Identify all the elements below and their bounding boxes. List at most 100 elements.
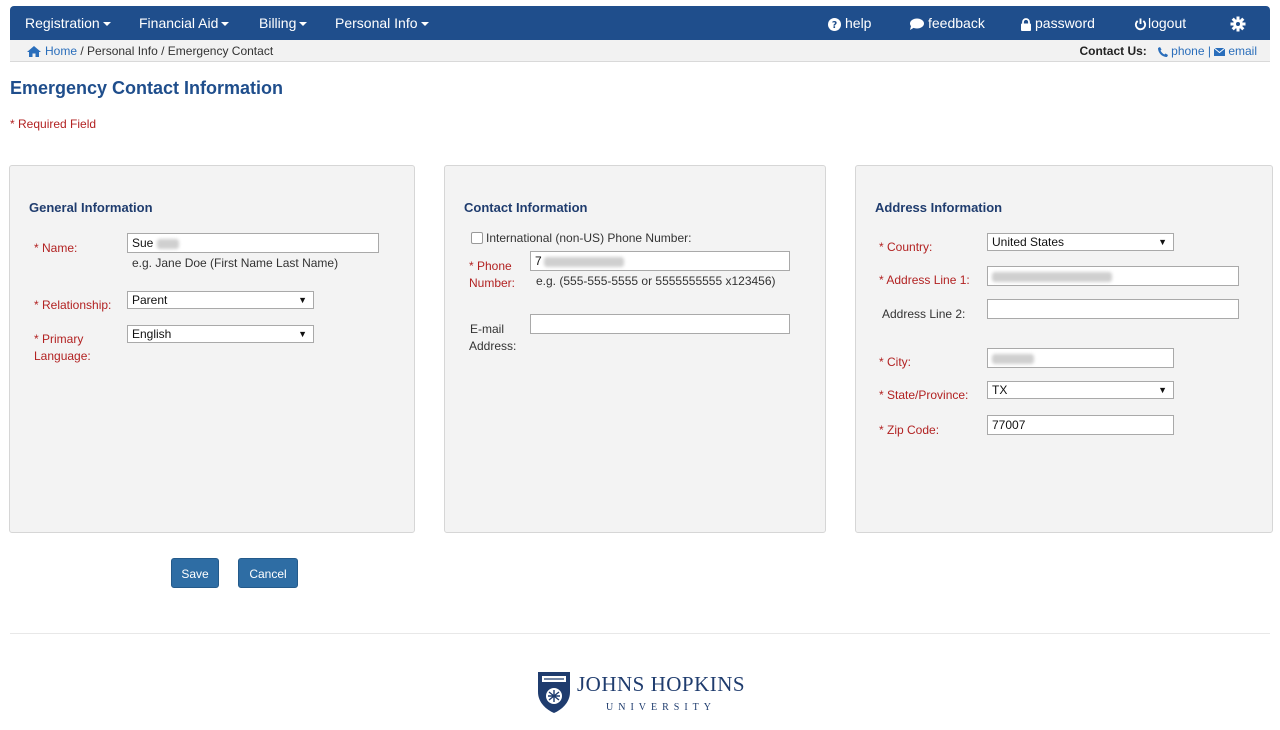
nav-feedback[interactable]: feedback (909, 6, 985, 40)
page-title: Emergency Contact Information (10, 78, 284, 98)
lock-icon (1021, 17, 1031, 31)
primary-language-label-line1: * Primary (34, 332, 84, 346)
nav-registration-label: Registration (25, 15, 100, 31)
country-select[interactable]: United States ▼ (987, 233, 1174, 251)
nav-financial-aid[interactable]: Financial Aid (139, 6, 230, 40)
required-field-note: * Required Field (10, 117, 97, 131)
zip-code-label: * Zip Code: (879, 423, 940, 437)
johns-hopkins-logo: JOHNS HOPKINS UNIVERSITY (536, 670, 746, 716)
nav-help[interactable]: ? help (828, 6, 871, 40)
footer-divider (10, 633, 1270, 634)
nav-billing-label: Billing (259, 15, 297, 31)
phone-input-value: 7 (535, 254, 542, 268)
nav-personal-info-label: Personal Info (335, 15, 418, 31)
chevron-down-icon (102, 22, 111, 27)
email-label-line2: Address: (469, 339, 517, 353)
save-button[interactable]: Save (171, 558, 219, 588)
power-icon (1134, 18, 1147, 30)
contact-information-title: Contact Information (464, 200, 588, 215)
name-input[interactable]: Sue (127, 233, 379, 253)
address-information-title: Address Information (875, 200, 1003, 215)
university-shield-icon (538, 672, 570, 713)
phone-label-line2: Number: (469, 276, 516, 290)
dropdown-arrow-icon: ▼ (298, 295, 307, 305)
redacted-text (156, 238, 179, 249)
contact-email-link[interactable]: email (1228, 44, 1257, 58)
nav-billing[interactable]: Billing (259, 6, 308, 40)
address-information-panel: Address Information * Country: United St… (855, 165, 1273, 533)
state-province-select-value: TX (992, 383, 1008, 397)
svg-text:?: ? (832, 20, 837, 31)
contact-separator: | (1204, 44, 1215, 58)
dropdown-arrow-icon: ▼ (1158, 385, 1167, 395)
chevron-down-icon (299, 22, 308, 27)
contact-us-label: Contact Us: (1079, 44, 1147, 58)
nav-personal-info[interactable]: Personal Info (335, 6, 429, 40)
breadcrumb-separator: / (157, 44, 168, 58)
home-icon (27, 46, 41, 58)
relationship-select-value: Parent (132, 293, 168, 307)
nav-password[interactable]: password (1021, 6, 1095, 40)
primary-language-select[interactable]: English ▼ (127, 325, 314, 343)
question-circle-icon: ? (828, 17, 841, 31)
nav-feedback-label: feedback (928, 15, 985, 31)
address-line-2-label: Address Line 2: (882, 307, 966, 321)
nav-registration[interactable]: Registration (25, 6, 111, 40)
city-input[interactable] (987, 348, 1174, 368)
contact-us: Contact Us: phone | email (1079, 40, 1257, 62)
zip-code-input-value: 77007 (992, 418, 1026, 432)
breadcrumb: Home / Personal Info / Emergency Contact (27, 40, 273, 62)
general-information-panel: General Information * Name: Sue e.g. Jan… (9, 165, 415, 533)
name-input-value: Sue (132, 236, 154, 250)
country-select-value: United States (992, 235, 1065, 249)
redacted-text (992, 353, 1034, 364)
address-line-2-input[interactable] (987, 299, 1239, 319)
address-line-1-input[interactable] (987, 266, 1239, 286)
redacted-text (543, 256, 624, 267)
contact-phone-link[interactable]: phone (1171, 44, 1204, 58)
nav-logout-label: logout (1148, 15, 1187, 31)
breadcrumb-current: Emergency Contact (167, 44, 274, 58)
nav-financial-aid-label: Financial Aid (139, 15, 219, 31)
breadcrumb-separator: / (77, 44, 88, 58)
relationship-label: * Relationship: (34, 298, 112, 312)
name-label: * Name: (34, 241, 78, 255)
address-line-1-label: * Address Line 1: (879, 273, 970, 287)
primary-language-label-line2: Language: (34, 349, 91, 363)
country-label: * Country: (879, 240, 933, 254)
city-label: * City: (879, 355, 912, 369)
logo-subtitle: UNIVERSITY (606, 702, 716, 713)
primary-language-label: * Primary Language: (34, 331, 91, 365)
relationship-select[interactable]: Parent ▼ (127, 291, 314, 309)
redacted-text (992, 271, 1112, 282)
cancel-button[interactable]: Cancel (238, 558, 298, 588)
zip-code-input[interactable]: 77007 (987, 415, 1174, 435)
envelope-icon (1213, 47, 1226, 56)
comment-icon (910, 18, 924, 31)
dropdown-arrow-icon: ▼ (298, 329, 307, 339)
state-province-select[interactable]: TX ▼ (987, 381, 1174, 399)
phone-hint: e.g. (555-555-5555 or 5555555555 x123456… (536, 274, 776, 288)
dropdown-arrow-icon: ▼ (1158, 237, 1167, 247)
email-label: E-mail Address: (469, 321, 516, 355)
email-label-line1: E-mail (470, 322, 505, 336)
phone-input[interactable]: 7 (530, 251, 790, 271)
email-input[interactable] (530, 314, 790, 334)
breadcrumb-personal-info: Personal Info (87, 44, 158, 58)
international-phone-checkbox[interactable] (471, 232, 483, 244)
phone-icon (1158, 46, 1169, 57)
international-phone-label: International (non-US) Phone Number: (486, 231, 692, 245)
phone-label-line1: * Phone (469, 259, 512, 273)
general-information-title: General Information (29, 200, 153, 215)
breadcrumb-bar: Home / Personal Info / Emergency Contact… (10, 40, 1270, 62)
nav-help-label: help (845, 15, 872, 31)
phone-label: * Phone Number: (469, 258, 515, 292)
name-hint: e.g. Jane Doe (First Name Last Name) (132, 256, 339, 270)
state-province-label: * State/Province: (879, 388, 969, 402)
primary-language-select-value: English (132, 327, 172, 341)
nav-logout[interactable]: logout (1134, 6, 1186, 40)
settings-button[interactable] (1230, 6, 1246, 40)
breadcrumb-home-link[interactable]: Home (45, 44, 77, 58)
logo-wordmark: JOHNS HOPKINS (577, 672, 746, 696)
chevron-down-icon (420, 22, 429, 27)
